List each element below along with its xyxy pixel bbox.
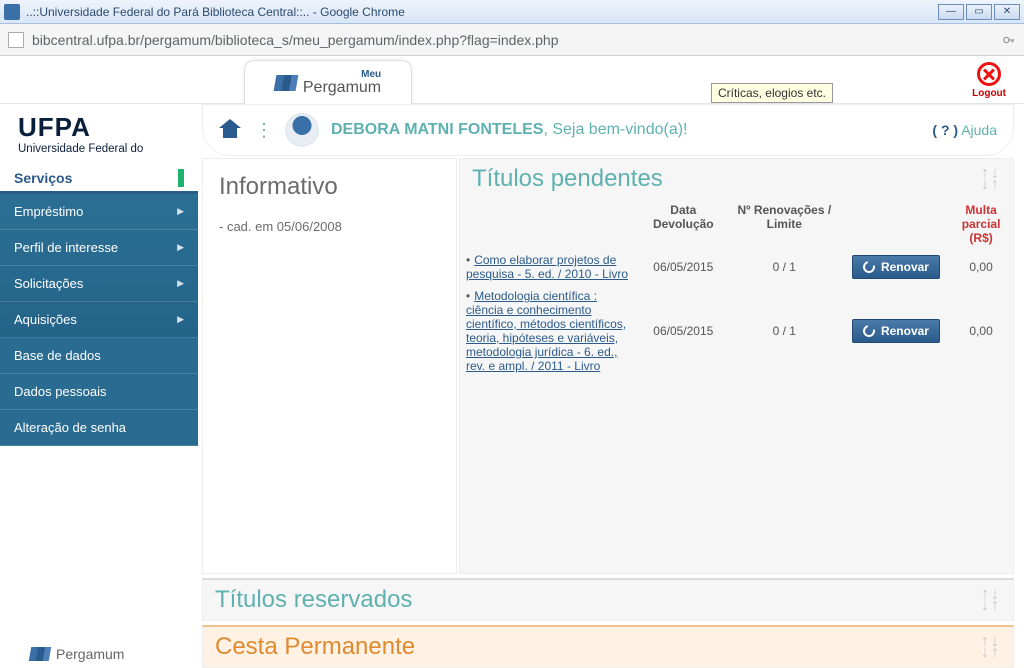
pending-panel: Títulos pendentes ↑↓↓↑ Data Devolução Nº… bbox=[459, 158, 1014, 574]
maximize-button[interactable]: ▭ bbox=[966, 4, 992, 20]
page-icon bbox=[8, 32, 24, 48]
pending-header[interactable]: Títulos pendentes ↑↓↓↑ bbox=[460, 159, 1013, 199]
footer-logo: Pergamum bbox=[30, 646, 124, 662]
close-window-button[interactable]: ✕ bbox=[994, 4, 1020, 20]
footer-logo-text: Pergamum bbox=[56, 646, 124, 662]
basket-section[interactable]: Cesta Permanente ↑↓↓↑ bbox=[202, 625, 1014, 668]
minimize-button[interactable]: — bbox=[938, 4, 964, 20]
pending-title: Títulos pendentes bbox=[472, 165, 981, 193]
logout-label: Logout bbox=[972, 88, 1006, 99]
help-link[interactable]: ( ? ) Ajuda bbox=[932, 122, 997, 138]
sidebar-item-emprestimo[interactable]: Empréstimo ▶ bbox=[0, 194, 198, 230]
table-row: •Como elaborar projetos de pesquisa - 5.… bbox=[460, 249, 1013, 285]
books-icon bbox=[273, 75, 298, 91]
user-name: DEBORA MATNI FONTELES bbox=[331, 121, 543, 138]
sidebar-item-label: Perfil de interesse bbox=[14, 240, 118, 255]
panels: Informativo - cad. em 05/06/2008 Títulos… bbox=[202, 158, 1014, 574]
sidebar-item-base-dados[interactable]: Base de dados bbox=[0, 338, 198, 374]
info-panel: Informativo - cad. em 05/06/2008 bbox=[202, 158, 457, 574]
app-icon bbox=[4, 4, 20, 20]
sidebar-header: Serviços bbox=[0, 163, 198, 194]
page-body: UFPA Universidade Federal do Serviços Em… bbox=[0, 104, 1024, 668]
help-label: Ajuda bbox=[961, 122, 997, 138]
sidebar-item-dados-pessoais[interactable]: Dados pessoais bbox=[0, 374, 198, 410]
avatar[interactable] bbox=[285, 113, 319, 147]
window-titlebar: ..::Universidade Federal do Pará Bibliot… bbox=[0, 0, 1024, 24]
logout-icon bbox=[977, 62, 1001, 86]
url-text[interactable]: bibcentral.ufpa.br/pergamum/biblioteca_s… bbox=[32, 32, 994, 48]
sidebar-item-alteracao-senha[interactable]: Alteração de senha bbox=[0, 410, 198, 446]
info-title: Informativo bbox=[219, 173, 440, 201]
sidebar-item-perfil[interactable]: Perfil de interesse ▶ bbox=[0, 230, 198, 266]
basket-title: Cesta Permanente bbox=[215, 633, 981, 661]
item-link[interactable]: Metodologia científica : ciência e conhe… bbox=[466, 289, 626, 373]
chevron-right-icon: ▶ bbox=[177, 242, 184, 253]
sidebar-header-text: Serviços bbox=[14, 170, 72, 186]
sidebar-menu: Empréstimo ▶ Perfil de interesse ▶ Solic… bbox=[0, 194, 198, 446]
renew-button[interactable]: Renovar bbox=[852, 255, 940, 279]
home-icon[interactable] bbox=[219, 121, 241, 139]
tooltip: Críticas, elogios etc. bbox=[711, 83, 833, 103]
chevron-right-icon: ▶ bbox=[177, 314, 184, 325]
sidebar-item-label: Base de dados bbox=[14, 348, 101, 363]
pergamum-logo-tab[interactable]: Meu Pergamum bbox=[244, 60, 412, 104]
col-action bbox=[843, 199, 949, 249]
pending-table: Data Devolução Nº Renovações / Limite Mu… bbox=[460, 199, 1013, 377]
key-icon[interactable] bbox=[1002, 33, 1016, 47]
address-bar: bibcentral.ufpa.br/pergamum/biblioteca_s… bbox=[0, 24, 1024, 56]
reserved-section[interactable]: Títulos reservados ↑↓↓↑ bbox=[202, 578, 1014, 621]
reserved-title: Títulos reservados bbox=[215, 586, 981, 614]
info-cad: - cad. em 05/06/2008 bbox=[219, 219, 440, 234]
welcome-text: DEBORA MATNI FONTELES, Seja bem-vindo(a)… bbox=[331, 121, 688, 139]
sidebar-item-label: Aquisições bbox=[14, 312, 77, 327]
renew-label: Renovar bbox=[881, 260, 929, 274]
window-title: ..::Universidade Federal do Pará Bibliot… bbox=[26, 5, 936, 19]
chevron-right-icon: ▶ bbox=[177, 206, 184, 217]
cell-renew: 0 / 1 bbox=[726, 249, 843, 285]
item-link[interactable]: Como elaborar projetos de pesquisa - 5. … bbox=[466, 253, 628, 281]
refresh-icon bbox=[861, 259, 877, 275]
table-row: •Metodologia científica : ciência e conh… bbox=[460, 285, 1013, 377]
ufpa-full: Universidade Federal do bbox=[18, 143, 186, 155]
renew-button[interactable]: Renovar bbox=[852, 319, 940, 343]
logout-button[interactable]: Logout bbox=[972, 62, 1006, 99]
sidebar-item-label: Dados pessoais bbox=[14, 384, 107, 399]
cell-renew: 0 / 1 bbox=[726, 285, 843, 377]
sidebar-item-label: Empréstimo bbox=[14, 204, 83, 219]
ufpa-logo: UFPA Universidade Federal do bbox=[0, 112, 198, 163]
header-row: Críticas, elogios etc. ⋮ DEBORA MATNI FO… bbox=[202, 104, 1014, 156]
sidebar-item-label: Alteração de senha bbox=[14, 420, 126, 435]
sort-arrows-icon[interactable]: ↑↓↓↑ bbox=[981, 636, 1001, 658]
cell-due: 06/05/2015 bbox=[641, 285, 726, 377]
left-column: UFPA Universidade Federal do Serviços Em… bbox=[0, 104, 198, 668]
vertical-dots-icon: ⋮ bbox=[255, 120, 271, 141]
col-title bbox=[460, 199, 641, 249]
sidebar-accent-bar bbox=[178, 169, 184, 187]
col-due: Data Devolução bbox=[641, 199, 726, 249]
renew-label: Renovar bbox=[881, 324, 929, 338]
col-renew: Nº Renovações / Limite bbox=[726, 199, 843, 249]
top-band: Meu Pergamum Logout bbox=[0, 56, 1024, 104]
cell-fine: 0,00 bbox=[949, 285, 1013, 377]
cell-fine: 0,00 bbox=[949, 249, 1013, 285]
cell-due: 06/05/2015 bbox=[641, 249, 726, 285]
sidebar-item-solicitacoes[interactable]: Solicitações ▶ bbox=[0, 266, 198, 302]
sort-arrows-icon[interactable]: ↑↓↓↑ bbox=[981, 168, 1001, 190]
books-icon bbox=[29, 647, 51, 661]
chevron-right-icon: ▶ bbox=[177, 278, 184, 289]
col-fine: Multa parcial (R$) bbox=[949, 199, 1013, 249]
brand-name: Pergamum bbox=[303, 79, 381, 96]
welcome-suffix: , Seja bem-vindo(a)! bbox=[543, 121, 687, 138]
ufpa-abbrev: UFPA bbox=[18, 112, 186, 143]
sort-arrows-icon[interactable]: ↑↓↓↑ bbox=[981, 589, 1001, 611]
refresh-icon bbox=[861, 323, 877, 339]
help-q: ( ? ) bbox=[932, 122, 958, 138]
sidebar-item-aquisicoes[interactable]: Aquisições ▶ bbox=[0, 302, 198, 338]
main-column: Críticas, elogios etc. ⋮ DEBORA MATNI FO… bbox=[198, 104, 1024, 668]
sidebar-item-label: Solicitações bbox=[14, 276, 83, 291]
